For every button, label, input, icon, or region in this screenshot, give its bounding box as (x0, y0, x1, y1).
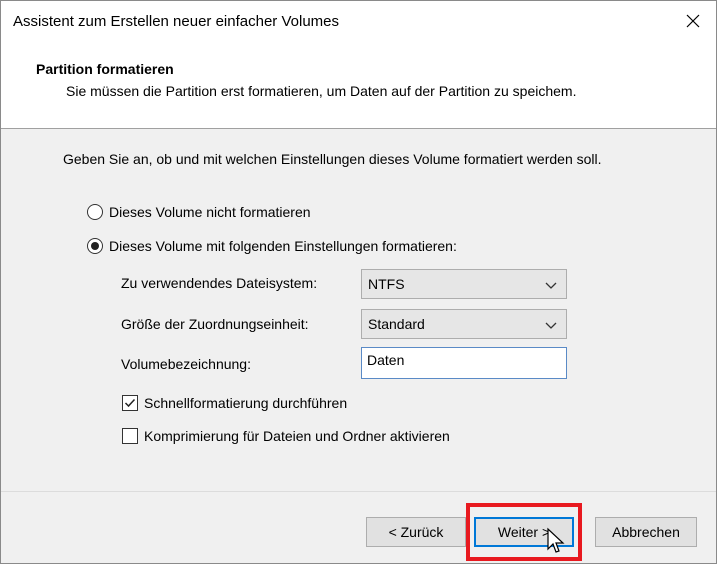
quick-format-option[interactable]: Schnellformatierung durchführen (122, 395, 347, 411)
quick-format-checkbox[interactable] (122, 395, 138, 411)
back-button[interactable]: < Zurück (366, 517, 466, 547)
instruction-text: Geben Sie an, ob und mit welchen Einstel… (63, 151, 602, 167)
radio-format-with-settings[interactable]: Dieses Volume mit folgenden Einstellunge… (87, 238, 457, 254)
filesystem-label: Zu verwendendes Dateisystem: (121, 275, 318, 291)
radio-no-format[interactable]: Dieses Volume nicht formatieren (87, 204, 311, 220)
footer-divider (1, 491, 716, 492)
close-button[interactable] (678, 7, 708, 35)
page-title: Partition formatieren (36, 61, 174, 77)
compression-checkbox[interactable] (122, 428, 138, 444)
radio-label: Dieses Volume mit folgenden Einstellunge… (109, 238, 457, 254)
volume-label-label: Volumebezeichnung: (121, 356, 251, 372)
filesystem-select[interactable]: NTFS (361, 269, 567, 299)
allocation-label: Größe der Zuordnungseinheit: (121, 316, 309, 332)
allocation-select[interactable]: Standard (361, 309, 567, 339)
chevron-down-icon (545, 322, 557, 329)
compression-label: Komprimierung für Dateien und Ordner akt… (144, 428, 450, 444)
checkmark-icon (124, 398, 136, 408)
mouse-cursor-icon (547, 527, 565, 553)
wizard-window: Assistent zum Erstellen neuer einfacher … (0, 0, 717, 564)
window-title: Assistent zum Erstellen neuer einfacher … (13, 13, 339, 30)
radio-label: Dieses Volume nicht formatieren (109, 204, 311, 220)
quick-format-label: Schnellformatierung durchführen (144, 395, 348, 411)
volume-label-input[interactable]: Daten (361, 347, 567, 379)
compression-option[interactable]: Komprimierung für Dateien und Ordner akt… (122, 428, 450, 444)
wizard-header: Partition formatieren Sie müssen die Par… (1, 41, 716, 129)
radio-button-checked[interactable] (87, 238, 103, 254)
close-icon (686, 14, 700, 28)
radio-button-unchecked[interactable] (87, 204, 103, 220)
title-bar: Assistent zum Erstellen neuer einfacher … (1, 1, 716, 41)
cancel-button[interactable]: Abbrechen (595, 517, 697, 547)
chevron-down-icon (545, 282, 557, 289)
filesystem-value: NTFS (368, 276, 405, 292)
page-subtitle: Sie müssen die Partition erst formatiere… (66, 83, 577, 99)
allocation-value: Standard (368, 316, 425, 332)
